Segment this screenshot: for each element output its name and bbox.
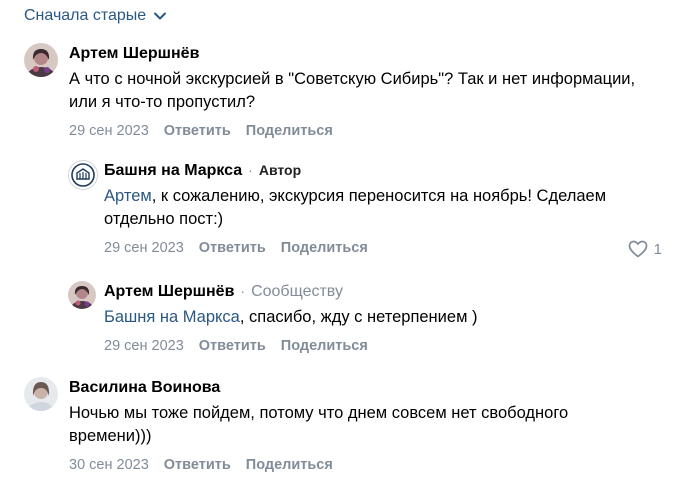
heart-icon [628,240,648,258]
avatar[interactable] [68,281,96,309]
mention-link[interactable]: Башня на Маркса [104,308,240,326]
comment-text: , спасибо, жду с нетерпением ) [239,308,478,326]
share-button[interactable]: Поделиться [281,240,368,256]
share-button[interactable]: Поделиться [281,338,368,354]
comment-date[interactable]: 30 сен 2023 [69,457,149,473]
author-badge: Автор [258,162,302,178]
like-count: 1 [653,240,662,258]
chevron-down-icon [154,12,167,20]
reply-button[interactable]: Ответить [199,338,266,354]
reply-button[interactable]: Ответить [164,123,231,139]
sort-label: Сначала старые [24,7,147,24]
avatar[interactable] [24,377,58,411]
comment-author[interactable]: Василина Воинова [69,379,220,397]
avatar[interactable] [24,43,58,77]
comment-text: А что с ночной экскурсией в "Советскую С… [69,70,636,111]
separator-dot: · [248,162,253,178]
comment-date[interactable]: 29 сен 2023 [104,240,184,256]
reply-button[interactable]: Ответить [164,457,231,473]
avatar[interactable] [68,160,98,190]
reply-target-label: Сообществу [251,283,343,300]
separator-dot: · [240,283,246,299]
comment-author[interactable]: Башня на Маркса [104,162,242,180]
sort-dropdown[interactable]: Сначала старые [24,5,167,27]
comment-text: Ночью мы тоже пойдем, потому что днем со… [69,404,569,445]
comment-date[interactable]: 29 сен 2023 [69,123,149,139]
share-button[interactable]: Поделиться [246,457,333,473]
comment-text: , к сожалению, экскурсия переносится на … [104,187,607,228]
comment-author[interactable]: Артем Шершнёв [104,283,234,301]
share-button[interactable]: Поделиться [246,123,333,139]
reply-button[interactable]: Ответить [199,240,266,256]
comment-author[interactable]: Артем Шершнёв [69,45,199,63]
mention-link[interactable]: Артем [104,187,152,205]
like-button[interactable]: 1 [628,240,662,258]
comment-date[interactable]: 29 сен 2023 [104,338,184,354]
